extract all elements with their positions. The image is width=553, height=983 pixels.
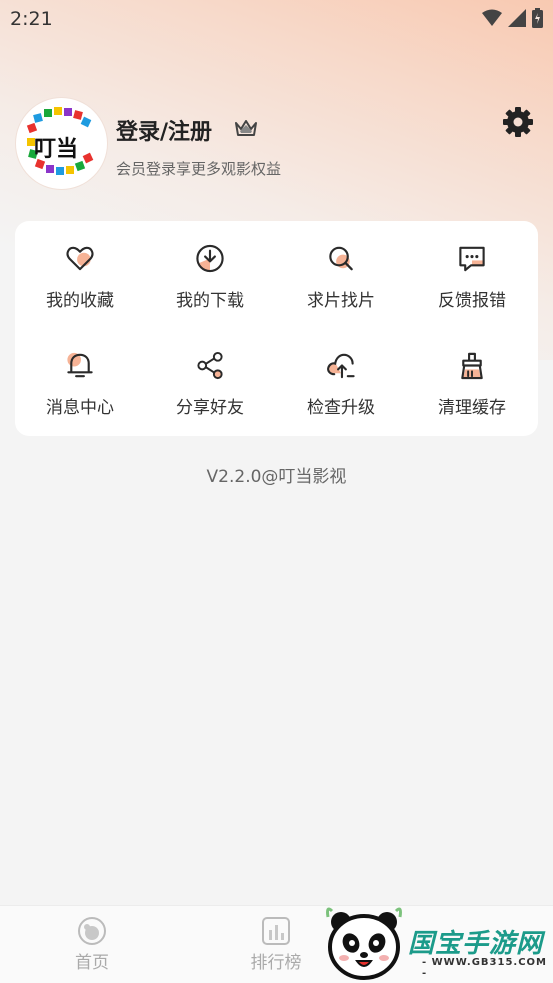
menu-item-messages[interactable]: 消息中心 (15, 328, 145, 418)
menu-label: 我的收藏 (46, 291, 114, 311)
home-icon (78, 917, 106, 945)
watermark-url: - WWW.GB315.COM - (422, 957, 547, 979)
version-text: V2.2.0@叮当影视 (206, 467, 347, 487)
feedback-icon (459, 246, 485, 272)
menu-label: 反馈报错 (438, 291, 506, 311)
menu-item-downloads[interactable]: 我的下载 (145, 221, 275, 311)
menu-item-request[interactable]: 求片找片 (276, 221, 406, 311)
menu-label: 检查升级 (307, 398, 375, 418)
menu-item-share[interactable]: 分享好友 (145, 328, 275, 418)
crown-icon (235, 120, 257, 136)
share-icon (197, 351, 223, 380)
broom-icon (461, 352, 483, 380)
watermark-brand: 国宝手游网 (408, 929, 544, 959)
avatar[interactable]: 叮当 (16, 98, 107, 189)
watermark: 国宝手游网 - WWW.GB315.COM - (322, 903, 553, 983)
menu-item-upgrade[interactable]: 检查升级 (276, 328, 406, 418)
wifi-icon (482, 9, 502, 26)
download-icon (196, 244, 224, 273)
signal-icon (508, 9, 526, 27)
menu-label: 分享好友 (176, 398, 244, 418)
battery-icon (532, 8, 543, 28)
settings-gear-icon[interactable] (500, 104, 536, 140)
status-bar: 2:21 (0, 0, 553, 38)
nav-home[interactable]: 首页 (42, 916, 142, 973)
search-icon (329, 246, 353, 271)
login-subtitle: 会员登录享更多观影权益 (116, 160, 282, 178)
menu-card: 我的收藏 我的下载 求片找片 反馈报错 消息中心 分享好友 检查升级 清理缓存 (15, 221, 538, 436)
menu-item-feedback[interactable]: 反馈报错 (407, 221, 537, 311)
login-register-link[interactable]: 登录/注册 (116, 114, 212, 146)
nav-home-label: 首页 (75, 953, 109, 973)
upgrade-icon (327, 353, 355, 379)
ranking-icon (262, 917, 290, 945)
nav-ranking[interactable]: 排行榜 (226, 916, 326, 973)
avatar-logo-text: 叮当 (34, 137, 79, 162)
menu-label: 我的下载 (176, 291, 244, 311)
profile-section: 叮当 登录/注册 会员登录享更多观影权益 (16, 98, 536, 190)
status-time: 2:21 (10, 8, 53, 30)
menu-label: 清理缓存 (438, 398, 506, 418)
nav-ranking-label: 排行榜 (250, 953, 302, 973)
panda-logo-icon (326, 907, 402, 980)
status-icons (482, 8, 543, 28)
menu-item-favorites[interactable]: 我的收藏 (15, 221, 145, 311)
heart-icon (66, 246, 94, 271)
menu-item-clear-cache[interactable]: 清理缓存 (407, 328, 537, 418)
menu-label: 求片找片 (307, 291, 375, 311)
bell-icon (67, 352, 93, 378)
menu-label: 消息中心 (46, 398, 114, 418)
